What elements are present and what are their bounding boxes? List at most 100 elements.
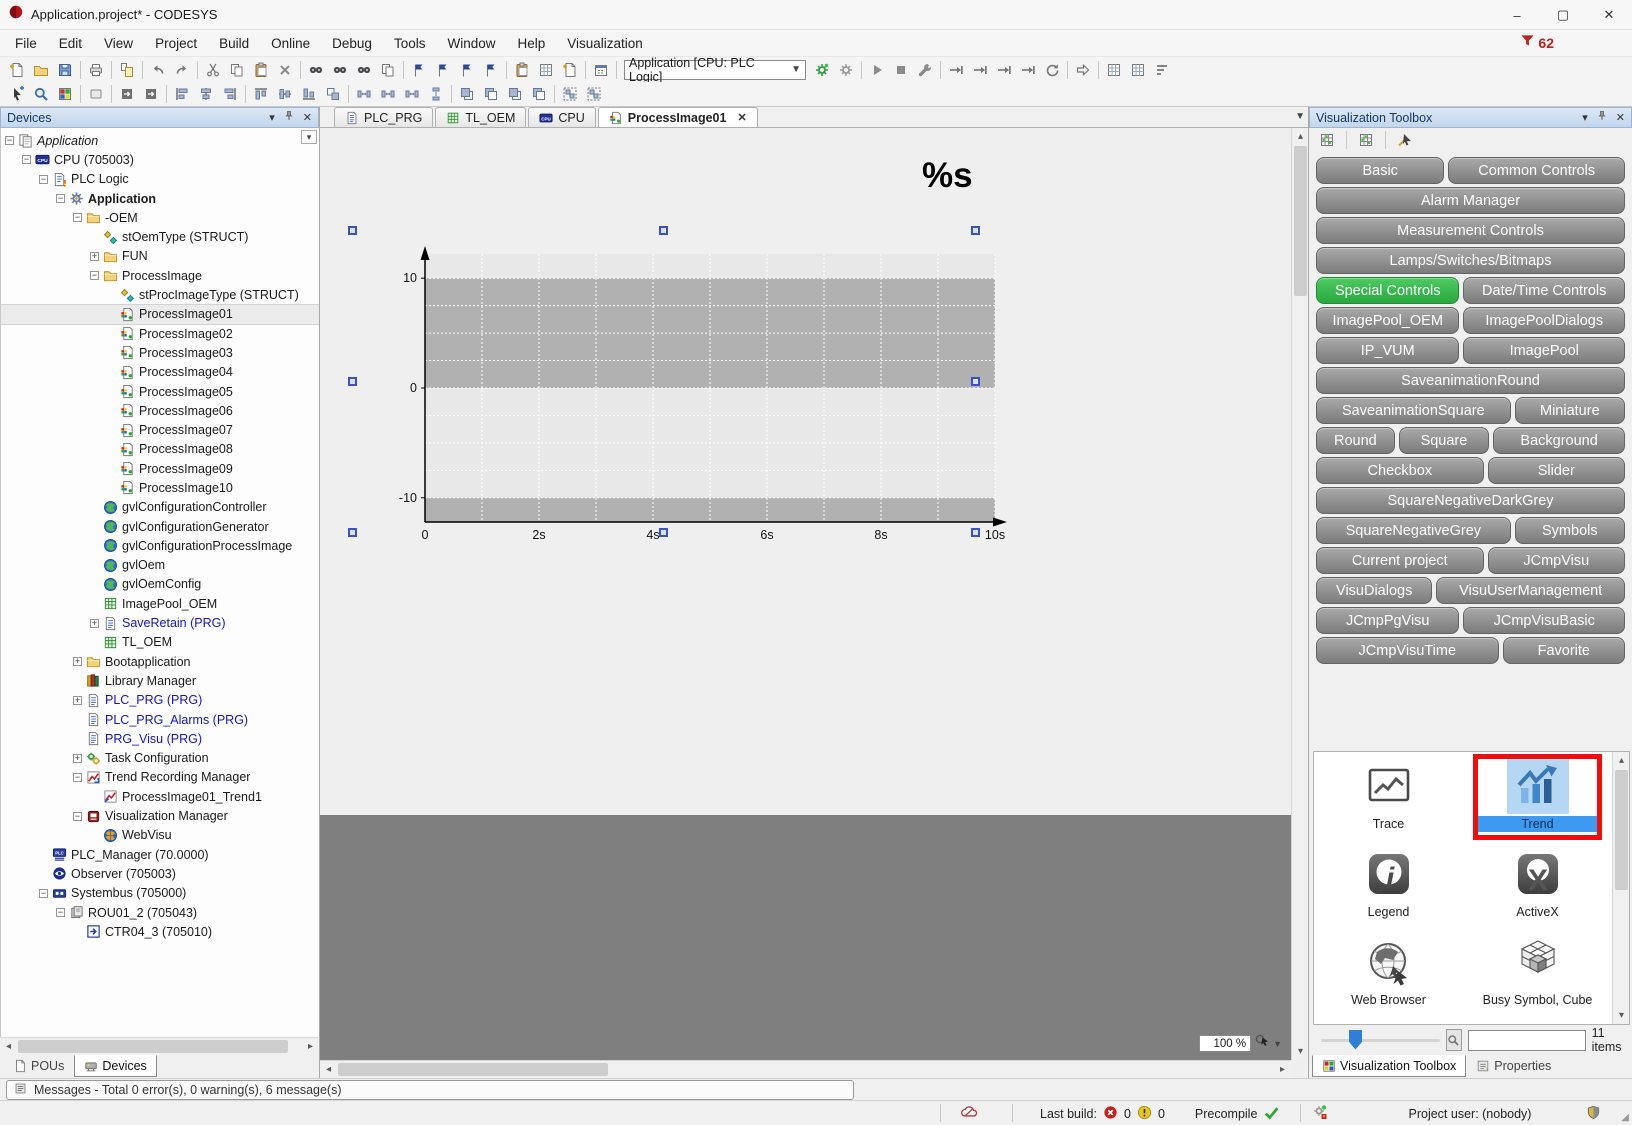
toolbox-category-imagepool[interactable]: ImagePool [1463, 337, 1625, 364]
scroll-up-icon[interactable]: ▴ [1613, 752, 1630, 769]
toolbox-category-saveanimationround[interactable]: SaveanimationRound [1316, 367, 1625, 394]
menu-item-debug[interactable]: Debug [321, 33, 383, 54]
toolbox-category-basic[interactable]: Basic [1316, 157, 1444, 184]
find-next-button[interactable] [328, 59, 352, 81]
search-button[interactable] [1446, 1029, 1462, 1051]
print-button[interactable] [84, 59, 108, 81]
selection-handle[interactable] [971, 377, 980, 386]
tree-item-processimage07[interactable]: ProcessImage07 [1, 420, 319, 439]
tree-item-ctr04-3-705010[interactable]: CTR04_3 (705010) [1, 922, 319, 941]
tree-item-observer-705003[interactable]: Observer (705003) [1, 864, 319, 883]
expand-icon[interactable]: + [90, 619, 99, 628]
toolbox-category-squarenegativegrey[interactable]: SquareNegativeGrey [1316, 517, 1511, 544]
selection-handle[interactable] [971, 528, 980, 537]
delete-button[interactable] [273, 59, 297, 81]
menu-item-online[interactable]: Online [260, 33, 321, 54]
editor-tab-plc-prg[interactable]: PLC_PRG [334, 107, 433, 127]
toolbox-category-measurement-controls[interactable]: Measurement Controls [1316, 217, 1625, 244]
calendar-button[interactable] [589, 59, 613, 81]
editor-hscrollbar[interactable]: ◂ ▸ [320, 1060, 1291, 1078]
ungroup-button[interactable] [582, 83, 606, 105]
toolbox-category-background[interactable]: Background [1493, 427, 1625, 454]
visualization-canvas[interactable]: %s 100-1002s4s6s8s10s [320, 128, 1291, 815]
align-top-button[interactable] [249, 83, 273, 105]
message-filter[interactable]: 62 [1520, 33, 1554, 53]
toolbox-category-imagepool-oem[interactable]: ImagePool_OEM [1316, 307, 1459, 334]
maximize-button[interactable]: ▢ [1540, 0, 1586, 30]
close-panel-icon[interactable]: ✕ [1616, 111, 1625, 124]
expand-icon[interactable]: + [73, 657, 82, 666]
tree-item-processimage10[interactable]: ProcessImage10 [1, 478, 319, 497]
tree-item-plc-prg-prg[interactable]: +PLC_PRG (PRG) [1, 691, 319, 710]
tree-item-processimage09[interactable]: ProcessImage09 [1, 459, 319, 478]
expand-icon[interactable]: + [90, 252, 99, 261]
editor-tab-tl-oem[interactable]: TL_OEM [435, 107, 526, 127]
slider-thumb[interactable] [1349, 1030, 1362, 1050]
scrollbar-thumb[interactable] [1294, 146, 1307, 296]
tab-properties[interactable]: Properties [1466, 1055, 1561, 1077]
sort-button[interactable] [1150, 59, 1174, 81]
tree-item-cpu-705003[interactable]: −CPUCPU (705003) [1, 150, 319, 169]
zoom-select-icon[interactable] [1254, 1033, 1270, 1054]
reset-button[interactable] [1040, 59, 1064, 81]
toolbox-category-common-controls[interactable]: Common Controls [1448, 157, 1625, 184]
toolbox-category-checkbox[interactable]: Checkbox [1316, 457, 1484, 484]
toolbox-category-current-project[interactable]: Current project [1316, 547, 1484, 574]
insert-grid-button[interactable] [534, 59, 558, 81]
go-button[interactable] [1071, 59, 1095, 81]
tree-item-plc-manager-70-0000[interactable]: PLCPLC_Manager (70.0000) [1, 845, 319, 864]
tree-item-processimage02[interactable]: ProcessImage02 [1, 324, 319, 343]
tree-item-processimage04[interactable]: ProcessImage04 [1, 363, 319, 382]
tree-item-gvlconfigurationcontroller[interactable]: gvlConfigurationController [1, 498, 319, 517]
tree-item-plc-prg-alarms-prg[interactable]: PLC_PRG_Alarms (PRG) [1, 710, 319, 729]
expand-icon[interactable]: + [73, 754, 82, 763]
pin-icon[interactable] [283, 110, 295, 125]
collapse-icon[interactable]: − [39, 175, 48, 184]
save-anim-1-button[interactable] [115, 83, 139, 105]
toolbox-category-square[interactable]: Square [1399, 427, 1490, 454]
tree-item-imagepool-oem[interactable]: ImagePool_OEM [1, 594, 319, 613]
tab-devices[interactable]: Devices [74, 1055, 156, 1077]
panel-menu-icon[interactable]: ▾ [1582, 111, 1588, 124]
tree-item-trend-recording-manager[interactable]: −Trend Recording Manager [1, 768, 319, 787]
tree-item-processimage05[interactable]: ProcessImage05 [1, 382, 319, 401]
resize-grip[interactable]: ◢ [1621, 1112, 1630, 1123]
selection-handle[interactable] [348, 528, 357, 537]
toolbox-category-symbols[interactable]: Symbols [1515, 517, 1625, 544]
toolbox-item-trend[interactable]: Trend [1463, 758, 1612, 846]
bookmark-next-button[interactable] [455, 59, 479, 81]
minimize-button[interactable]: – [1494, 0, 1540, 30]
find-button[interactable] [304, 59, 328, 81]
tree-item-processimage08[interactable]: ProcessImage08 [1, 440, 319, 459]
scroll-down-icon[interactable]: ▾ [1292, 1043, 1309, 1060]
stop-button[interactable] [889, 59, 913, 81]
menu-item-help[interactable]: Help [506, 33, 556, 54]
collapse-icon[interactable]: − [56, 908, 65, 917]
group-button[interactable] [558, 83, 582, 105]
tree-item-stoemtype-struct[interactable]: stOemType (STRUCT) [1, 227, 319, 246]
toolbox-item-activex[interactable]: XActiveX [1463, 846, 1612, 934]
scrollbar-thumb[interactable] [1615, 770, 1628, 890]
start-button[interactable] [865, 59, 889, 81]
editor-tab-processimage01[interactable]: ProcessImage01✕ [598, 107, 758, 127]
menu-item-file[interactable]: File [4, 33, 48, 54]
selection-handle[interactable] [348, 226, 357, 235]
align-left-button[interactable] [170, 83, 194, 105]
tree-item-processimage01-trend1[interactable]: ProcessImage01_Trend1 [1, 787, 319, 806]
toolbox-search-input[interactable] [1468, 1030, 1586, 1051]
backward-button[interactable] [527, 83, 551, 105]
project-user[interactable]: Project user: (nobody) [1370, 1101, 1570, 1125]
menu-item-project[interactable]: Project [144, 33, 208, 54]
tree-item-prg-visu-prg[interactable]: PRG_Visu (PRG) [1, 729, 319, 748]
bookmark-clear-button[interactable] [479, 59, 503, 81]
tree-item-processimage06[interactable]: ProcessImage06 [1, 401, 319, 420]
collapse-icon[interactable]: − [22, 155, 31, 164]
collapse-icon[interactable]: − [73, 812, 82, 821]
tree-item-gvlconfigurationgenerator[interactable]: gvlConfigurationGenerator [1, 517, 319, 536]
collapse-icon[interactable]: − [73, 213, 82, 222]
selection-handle[interactable] [348, 377, 357, 386]
align-right-button[interactable] [218, 83, 242, 105]
menu-item-visualization[interactable]: Visualization [556, 33, 654, 54]
replace-button[interactable] [376, 59, 400, 81]
tree-item-processimage01[interactable]: ProcessImage01 [1, 305, 319, 324]
